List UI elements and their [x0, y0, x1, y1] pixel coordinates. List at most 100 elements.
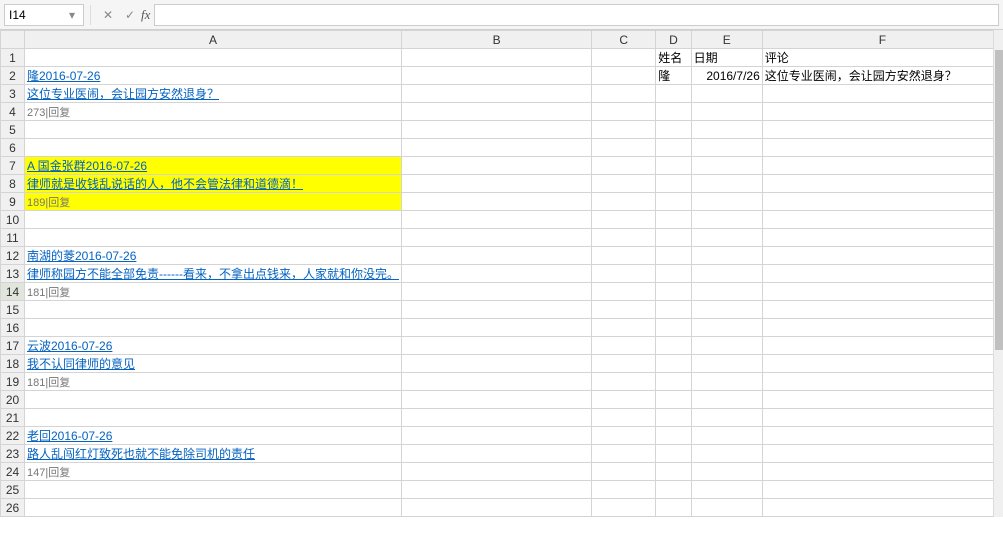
cell[interactable] [401, 175, 591, 193]
cell[interactable] [592, 67, 656, 85]
cell[interactable] [401, 139, 591, 157]
cell[interactable] [592, 265, 656, 283]
cell[interactable] [25, 481, 402, 499]
cell[interactable] [401, 373, 591, 391]
column-header-B[interactable]: B [401, 31, 591, 49]
cell[interactable] [592, 409, 656, 427]
select-all-corner[interactable] [1, 31, 25, 49]
cell[interactable] [656, 175, 691, 193]
column-header-D[interactable]: D [656, 31, 691, 49]
cell[interactable] [762, 499, 1002, 517]
cell[interactable] [691, 373, 762, 391]
column-header-A[interactable]: A [25, 31, 402, 49]
cell[interactable] [691, 211, 762, 229]
fx-icon[interactable]: fx [141, 7, 150, 23]
cell[interactable] [656, 445, 691, 463]
cell[interactable] [25, 391, 402, 409]
cell[interactable] [691, 193, 762, 211]
cell[interactable] [592, 229, 656, 247]
cell[interactable]: 这位专业医闹，会让园方安然退身？ [762, 67, 1002, 85]
cell[interactable] [762, 103, 1002, 121]
cell[interactable] [691, 463, 762, 481]
cell[interactable] [656, 229, 691, 247]
cell[interactable]: 老回2016-07-26 [25, 427, 402, 445]
cell[interactable] [656, 265, 691, 283]
cell[interactable] [656, 391, 691, 409]
cell[interactable] [691, 283, 762, 301]
cell[interactable] [691, 175, 762, 193]
cell[interactable] [25, 319, 402, 337]
cell[interactable] [691, 157, 762, 175]
cell[interactable] [592, 139, 656, 157]
vertical-scrollbar[interactable] [993, 30, 1003, 517]
row-header[interactable]: 2 [1, 67, 25, 85]
cell[interactable] [691, 229, 762, 247]
cell[interactable] [691, 445, 762, 463]
cell[interactable] [592, 427, 656, 445]
cell[interactable] [401, 193, 591, 211]
row-header[interactable]: 22 [1, 427, 25, 445]
cell[interactable] [592, 391, 656, 409]
row-header[interactable]: 17 [1, 337, 25, 355]
cell[interactable] [762, 211, 1002, 229]
cell[interactable] [691, 139, 762, 157]
cell[interactable] [656, 103, 691, 121]
cell[interactable] [762, 175, 1002, 193]
cell[interactable] [592, 49, 656, 67]
cell[interactable] [25, 301, 402, 319]
cell[interactable] [592, 283, 656, 301]
column-header-F[interactable]: F [762, 31, 1002, 49]
cell[interactable] [592, 301, 656, 319]
row-header[interactable]: 20 [1, 391, 25, 409]
cell[interactable] [25, 409, 402, 427]
cell[interactable]: 189|回复 [25, 193, 402, 211]
cell[interactable] [656, 121, 691, 139]
cell[interactable] [762, 463, 1002, 481]
cell[interactable]: 云波2016-07-26 [25, 337, 402, 355]
column-header-E[interactable]: E [691, 31, 762, 49]
cell[interactable] [762, 301, 1002, 319]
cell[interactable] [762, 409, 1002, 427]
cell[interactable] [592, 247, 656, 265]
cell[interactable] [592, 319, 656, 337]
row-header[interactable]: 10 [1, 211, 25, 229]
cell[interactable] [592, 85, 656, 103]
cell[interactable] [656, 247, 691, 265]
scrollbar-thumb[interactable] [995, 50, 1003, 350]
cell[interactable] [401, 103, 591, 121]
cell[interactable] [401, 337, 591, 355]
cell[interactable] [691, 391, 762, 409]
cell[interactable] [25, 139, 402, 157]
row-header[interactable]: 13 [1, 265, 25, 283]
cell[interactable]: 181|回复 [25, 373, 402, 391]
cell[interactable] [656, 319, 691, 337]
cell[interactable] [401, 355, 591, 373]
cell[interactable] [401, 283, 591, 301]
cell[interactable] [762, 481, 1002, 499]
cell[interactable]: 日期 [691, 49, 762, 67]
cell[interactable] [401, 319, 591, 337]
cell[interactable] [656, 157, 691, 175]
cell[interactable] [762, 427, 1002, 445]
cell[interactable] [401, 67, 591, 85]
cell[interactable] [592, 445, 656, 463]
row-header[interactable]: 3 [1, 85, 25, 103]
cell[interactable] [656, 427, 691, 445]
cell[interactable] [656, 499, 691, 517]
row-header[interactable]: 26 [1, 499, 25, 517]
row-header[interactable]: 4 [1, 103, 25, 121]
cell[interactable] [762, 193, 1002, 211]
cell[interactable] [691, 265, 762, 283]
cell[interactable] [401, 229, 591, 247]
cell[interactable]: 律师就是收钱乱说话的人，他不会管法律和道德滴！ [25, 175, 402, 193]
cell[interactable]: 这位专业医闹，会让园方安然退身？ [25, 85, 402, 103]
cell[interactable] [656, 337, 691, 355]
cell[interactable] [401, 121, 591, 139]
cell[interactable] [592, 103, 656, 121]
formula-confirm-button[interactable]: ✓ [119, 4, 141, 26]
cell[interactable] [762, 373, 1002, 391]
row-header[interactable]: 19 [1, 373, 25, 391]
row-header[interactable]: 5 [1, 121, 25, 139]
cell[interactable]: 2016/7/26 [691, 67, 762, 85]
cell[interactable] [691, 319, 762, 337]
